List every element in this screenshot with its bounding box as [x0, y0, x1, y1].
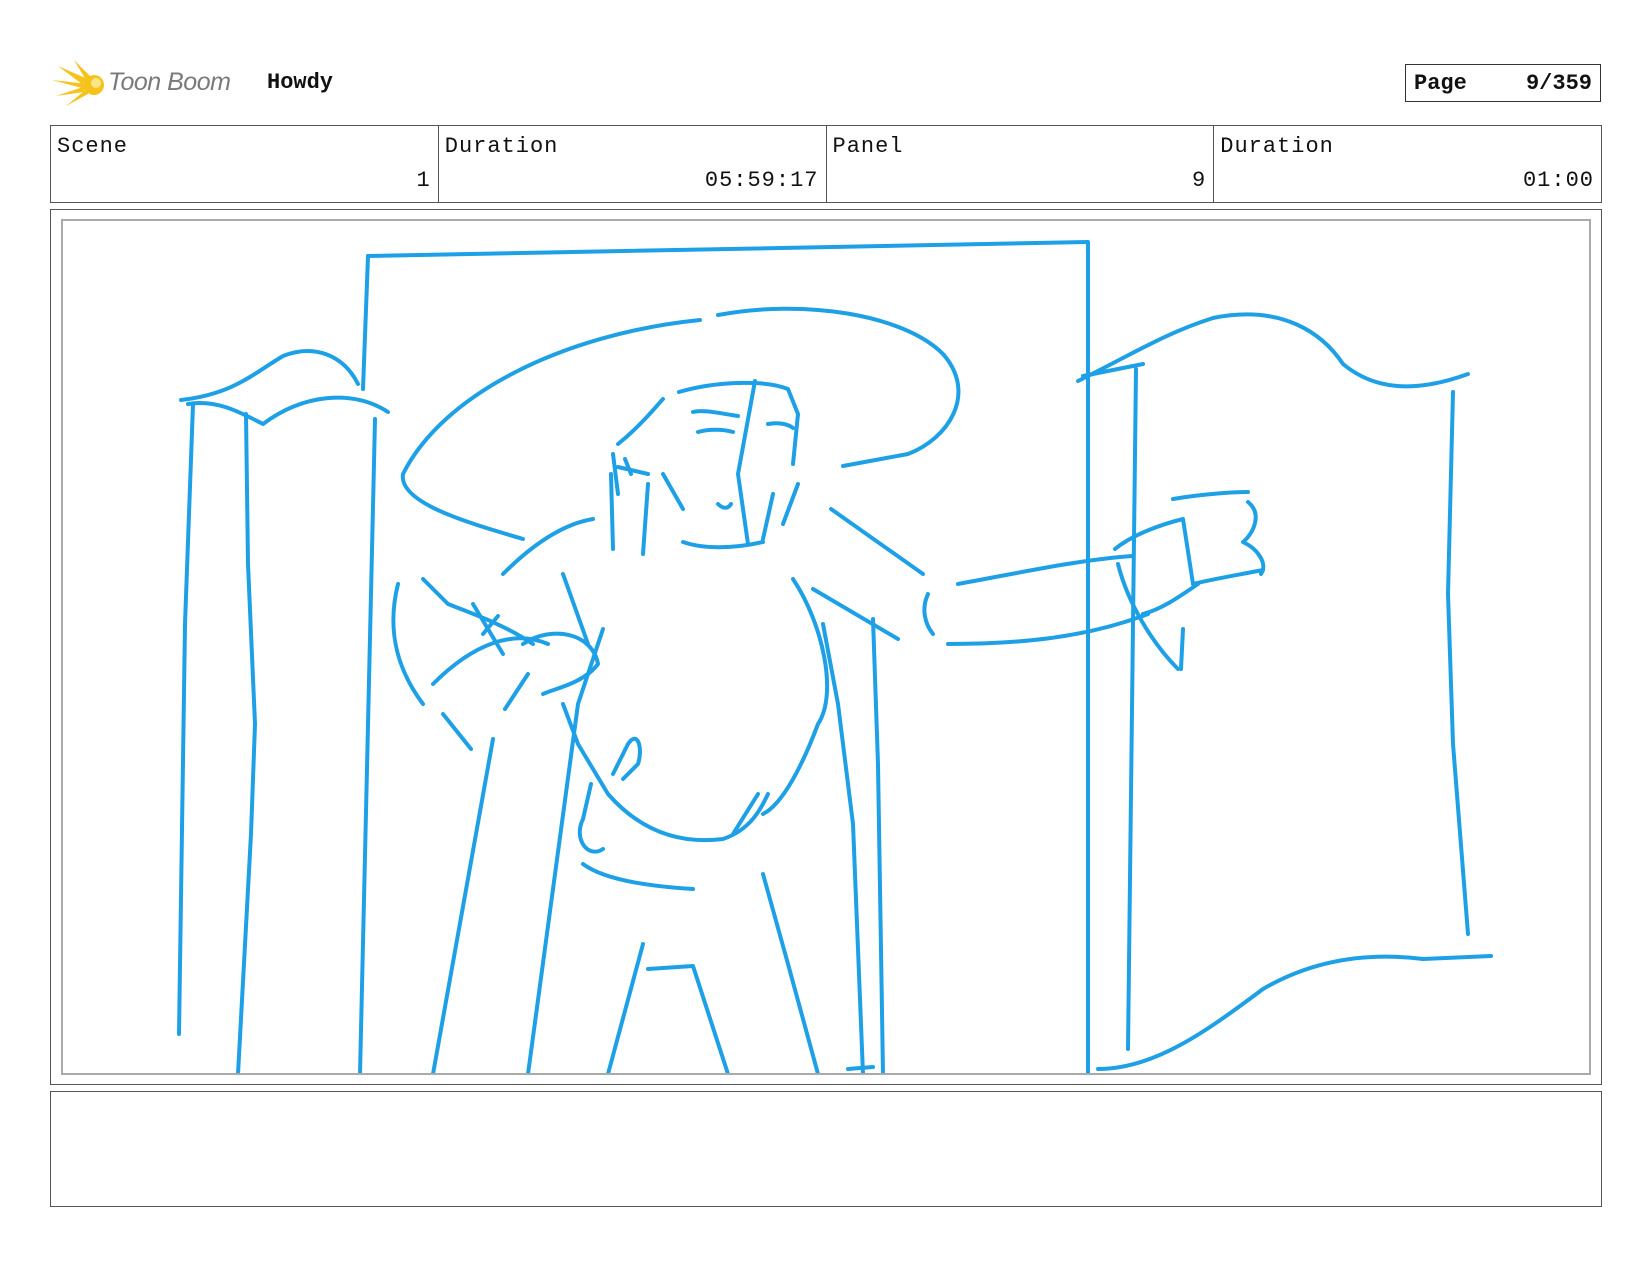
- scene-value: 1: [416, 168, 431, 193]
- panel-label: Panel: [832, 134, 904, 159]
- storyboard-panel: [50, 209, 1602, 1085]
- starburst-icon: [52, 60, 104, 106]
- panel-duration-label: Duration: [1220, 134, 1334, 159]
- scene-duration-cell: Duration 05:59:17: [439, 126, 827, 202]
- page-counter: Page 9/359: [1405, 64, 1601, 102]
- storyboard-header: Toon Boom Howdy Page 9/359: [52, 58, 1612, 110]
- scene-label: Scene: [57, 134, 129, 159]
- panel-frame: [61, 219, 1591, 1075]
- scene-cell: Scene 1: [51, 126, 439, 202]
- panel-value: 9: [1192, 168, 1207, 193]
- panel-duration-cell: Duration 01:00: [1214, 126, 1601, 202]
- panel-info-row: Scene 1 Duration 05:59:17 Panel 9 Durati…: [50, 125, 1602, 203]
- project-title: Howdy: [267, 70, 334, 95]
- panel-sketch: [177, 240, 1493, 1073]
- toon-boom-logo: Toon Boom: [52, 58, 252, 110]
- page-label: Page: [1414, 71, 1467, 96]
- panel-notes: [50, 1091, 1602, 1207]
- panel-cell: Panel 9: [827, 126, 1215, 202]
- logo-text: Toon Boom: [108, 68, 231, 96]
- page-value: 9/359: [1525, 71, 1592, 96]
- scene-duration-label: Duration: [444, 134, 559, 159]
- panel-duration-value: 01:00: [1522, 168, 1594, 193]
- scene-duration-value: 05:59:17: [704, 168, 819, 193]
